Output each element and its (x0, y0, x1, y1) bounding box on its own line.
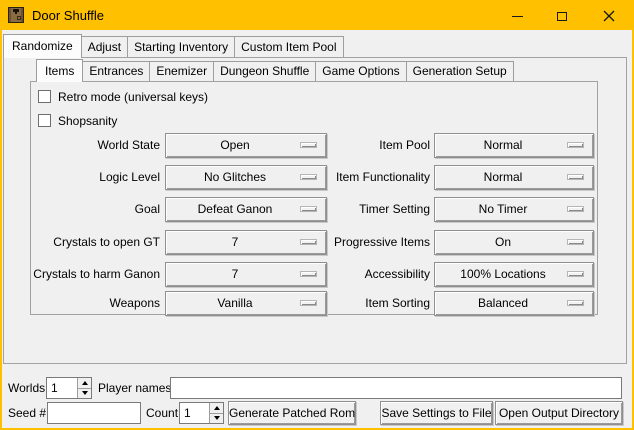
item-pool-label: Item Pool (281, 133, 430, 158)
logic-level-label: Logic Level (31, 165, 160, 190)
seed-input[interactable] (47, 402, 141, 424)
accessibility-label: Accessibility (281, 262, 430, 287)
item-functionality-label: Item Functionality (281, 165, 430, 190)
tab-starting-inventory[interactable]: Starting Inventory (127, 36, 235, 57)
worlds-spinner-buttons (77, 378, 91, 398)
outer-tab-bar: Randomize Adjust Starting Inventory Cust… (3, 33, 344, 57)
generate-patched-rom-button[interactable]: Generate Patched Rom (228, 401, 356, 425)
window-title: Door Shuffle (32, 2, 104, 30)
minimize-button[interactable] (500, 2, 534, 30)
accessibility-value: 100% Locations (439, 263, 567, 286)
dropdown-indicator-icon (567, 142, 584, 148)
shopsanity-row: Shopsanity (38, 113, 117, 128)
tab-generation-setup[interactable]: Generation Setup (406, 61, 514, 81)
inner-tab-bar: Items Entrances Enemizer Dungeon Shuffle… (36, 58, 514, 81)
close-button[interactable] (592, 2, 626, 30)
crystals-gt-label: Crystals to open GT (31, 230, 160, 255)
item-functionality-value: Normal (439, 166, 567, 189)
player-names-label: Player names (98, 377, 171, 399)
setting-row: Goal Defeat Ganon Timer Setting No Timer (31, 197, 597, 222)
maximize-button[interactable] (545, 2, 579, 30)
count-label: Count (146, 402, 178, 424)
close-icon (603, 10, 615, 22)
setting-row: Crystals to open GT 7 Progressive Items … (31, 230, 597, 255)
maximize-icon (557, 12, 567, 21)
minimize-icon (512, 16, 523, 17)
door-shuffle-window: Door Shuffle Randomize Adjust Starting I… (0, 0, 634, 430)
accessibility-dropdown[interactable]: 100% Locations (434, 262, 594, 287)
worlds-down-button[interactable] (78, 388, 91, 399)
dropdown-indicator-icon (567, 300, 584, 306)
item-sorting-dropdown[interactable]: Balanced (434, 291, 594, 316)
item-sorting-label: Item Sorting (281, 291, 430, 316)
worlds-spinner: 1 (46, 377, 92, 399)
item-sorting-value: Balanced (439, 292, 567, 315)
progressive-items-value: On (439, 231, 567, 254)
item-pool-dropdown[interactable]: Normal (434, 133, 594, 158)
item-pool-value: Normal (439, 134, 567, 157)
world-state-label: World State (31, 133, 160, 158)
dropdown-indicator-icon (567, 206, 584, 212)
tab-adjust[interactable]: Adjust (81, 36, 128, 57)
worlds-up-button[interactable] (78, 378, 91, 388)
tab-game-options[interactable]: Game Options (315, 61, 406, 81)
open-output-directory-button[interactable]: Open Output Directory (495, 401, 623, 425)
shopsanity-label: Shopsanity (58, 114, 117, 128)
dropdown-indicator-icon (567, 271, 584, 277)
count-value[interactable]: 1 (180, 403, 209, 423)
tab-enemizer[interactable]: Enemizer (149, 61, 214, 81)
progressive-items-dropdown[interactable]: On (434, 230, 594, 255)
weapons-label: Weapons (31, 291, 160, 316)
timer-setting-label: Timer Setting (281, 197, 430, 222)
setting-row: Logic Level No Glitches Item Functionali… (31, 165, 597, 190)
save-settings-button[interactable]: Save Settings to File (380, 401, 493, 425)
count-down-button[interactable] (210, 413, 223, 424)
retro-mode-label: Retro mode (universal keys) (58, 90, 208, 104)
tab-randomize[interactable]: Randomize (3, 34, 82, 58)
tab-custom-item-pool[interactable]: Custom Item Pool (234, 36, 343, 57)
setting-row: World State Open Item Pool Normal (31, 133, 597, 158)
titlebar: Door Shuffle (2, 2, 632, 30)
retro-mode-checkbox[interactable] (38, 90, 51, 103)
worlds-label: Worlds (8, 377, 45, 399)
crystals-ganon-label: Crystals to harm Ganon (31, 262, 160, 287)
goal-label: Goal (31, 197, 160, 222)
worlds-value[interactable]: 1 (47, 378, 77, 398)
items-pane: Retro mode (universal keys) Shopsanity W… (30, 81, 598, 315)
seed-label: Seed # (8, 402, 46, 424)
count-spinner: 1 (179, 402, 224, 424)
tab-entrances[interactable]: Entrances (82, 61, 150, 81)
player-names-input[interactable] (170, 377, 622, 399)
progressive-items-label: Progressive Items (281, 230, 430, 255)
up-arrow-icon (214, 406, 220, 410)
count-spinner-buttons (209, 403, 223, 423)
setting-row: Weapons Vanilla Item Sorting Balanced (31, 291, 597, 316)
shopsanity-checkbox[interactable] (38, 114, 51, 127)
item-functionality-dropdown[interactable]: Normal (434, 165, 594, 190)
setting-row: Crystals to harm Ganon 7 Accessibility 1… (31, 262, 597, 287)
down-arrow-icon (214, 416, 220, 420)
timer-setting-dropdown[interactable]: No Timer (434, 197, 594, 222)
down-arrow-icon (82, 391, 88, 395)
up-arrow-icon (82, 381, 88, 385)
tab-items[interactable]: Items (36, 59, 83, 82)
dropdown-indicator-icon (567, 239, 584, 245)
door-icon (8, 7, 24, 23)
retro-mode-row: Retro mode (universal keys) (38, 89, 208, 104)
dropdown-indicator-icon (567, 174, 584, 180)
timer-setting-value: No Timer (439, 198, 567, 221)
tab-dungeon-shuffle[interactable]: Dungeon Shuffle (213, 61, 316, 81)
count-up-button[interactable] (210, 403, 223, 413)
